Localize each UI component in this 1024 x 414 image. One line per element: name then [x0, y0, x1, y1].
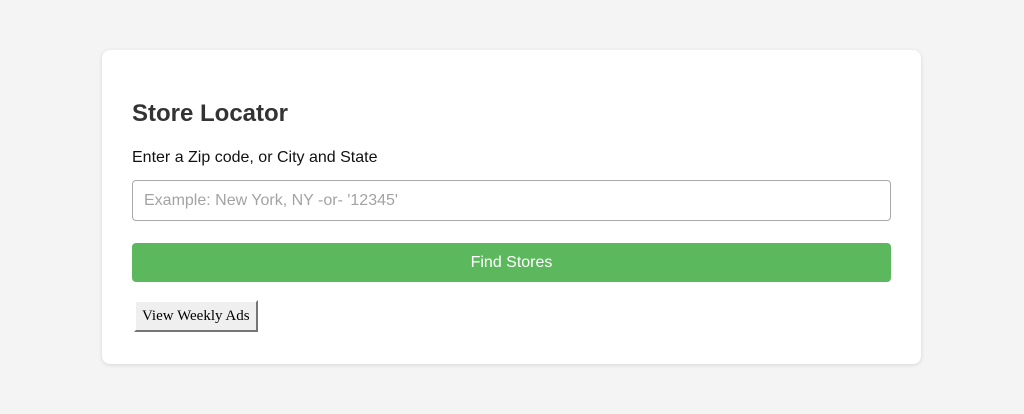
- location-field-label: Enter a Zip code, or City and State: [132, 149, 378, 166]
- page-title: Store Locator: [132, 100, 289, 127]
- store-locator-card: Store Locator Enter a Zip code, or City …: [102, 50, 921, 364]
- view-weekly-ads-button[interactable]: View Weekly Ads: [134, 300, 258, 332]
- location-search-input[interactable]: [132, 180, 891, 221]
- find-stores-button[interactable]: Find Stores: [132, 243, 891, 282]
